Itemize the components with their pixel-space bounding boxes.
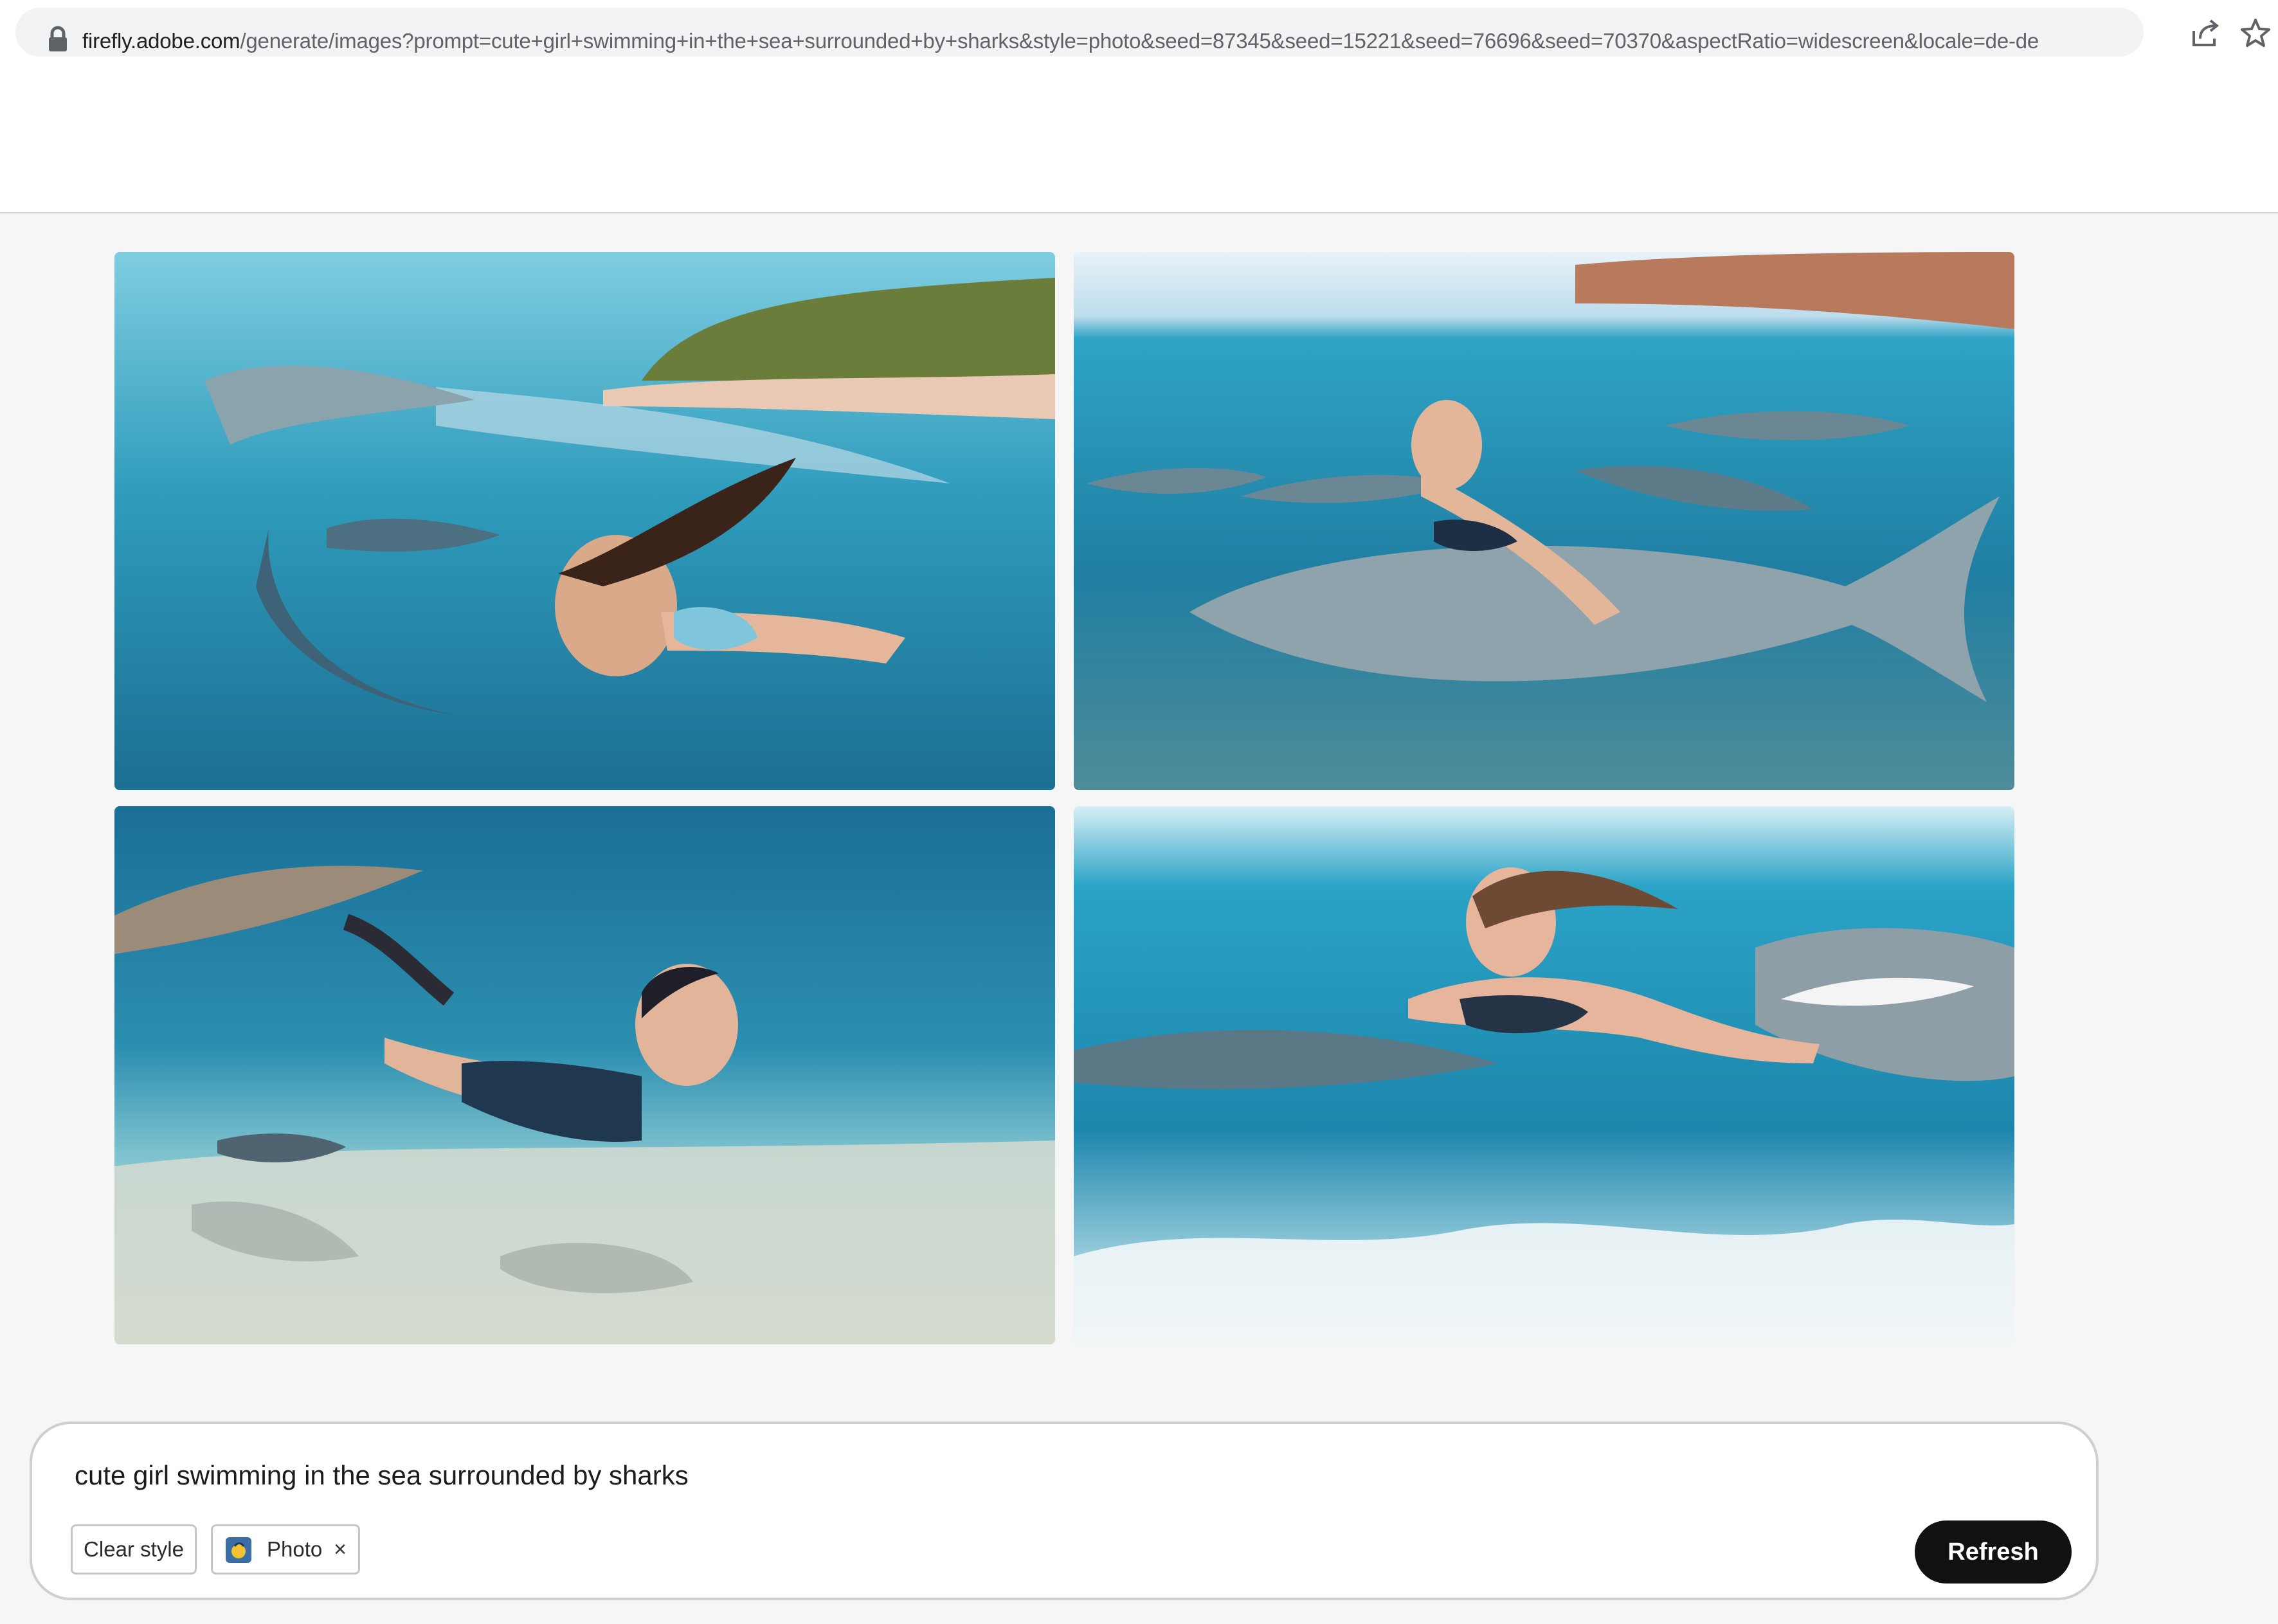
- prompt-panel: cute girl swimming in the sea surrounded…: [30, 1421, 2099, 1600]
- photo-style-icon: [226, 1537, 251, 1563]
- style-chip-photo[interactable]: Photo ×: [211, 1524, 360, 1574]
- refresh-button[interactable]: Refresh: [1915, 1520, 2072, 1583]
- close-icon[interactable]: ×: [334, 1526, 347, 1573]
- generated-image-2[interactable]: [1074, 252, 2014, 790]
- style-chip-label: Photo: [267, 1537, 323, 1561]
- url-text[interactable]: firefly.adobe.com/generate/images?prompt…: [82, 27, 2153, 58]
- app-header: [0, 67, 2278, 213]
- url-host: firefly.adobe.com: [82, 29, 240, 53]
- share-icon[interactable]: [2189, 17, 2222, 50]
- address-bar[interactable]: firefly.adobe.com/generate/images?prompt…: [15, 8, 2144, 57]
- image-3-illustration: [114, 806, 1055, 1344]
- image-2-illustration: [1074, 252, 2014, 790]
- generated-image-4[interactable]: [1074, 806, 2014, 1344]
- clear-style-button[interactable]: Clear style: [71, 1524, 197, 1574]
- lock-icon[interactable]: [44, 24, 72, 55]
- image-4-illustration: [1074, 806, 2014, 1344]
- url-path: /generate/images?prompt=cute+girl+swimmi…: [240, 29, 2039, 53]
- prompt-input[interactable]: cute girl swimming in the sea surrounded…: [75, 1456, 1939, 1495]
- browser-toolbar: firefly.adobe.com/generate/images?prompt…: [0, 0, 2278, 67]
- generated-image-1[interactable]: [114, 252, 1055, 790]
- image-1-illustration: [114, 252, 1055, 790]
- generated-image-3[interactable]: [114, 806, 1055, 1344]
- bookmark-star-icon[interactable]: [2239, 17, 2272, 50]
